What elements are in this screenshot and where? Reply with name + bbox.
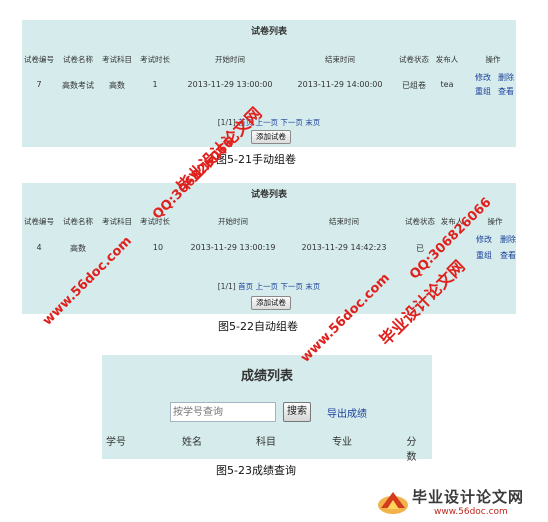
column-header-publisher: 发布人 [435,55,459,64]
delete-link[interactable]: 删除 [498,72,514,83]
view-link[interactable]: 查看 [500,250,516,261]
column-header-actions: 操作 [485,55,501,64]
column-header-name: 试卷名称 [63,217,93,226]
logo-emblem-icon [378,492,408,514]
panel-title: 试卷列表 [250,27,287,37]
edit-link[interactable]: 修改 [476,234,492,245]
prev-page-link[interactable]: 上一页 [255,282,278,291]
search-input[interactable] [170,402,276,422]
cell-end: 2013-11-29 14:00:00 [297,80,383,89]
page-indicator: [1/1] [217,282,236,291]
first-page-link[interactable]: 首页 [238,118,253,127]
cell-start: 2013-11-29 13:00:00 [187,80,273,89]
column-header-student-id: 学号 [106,437,126,448]
panel-title: 成绩列表 [240,369,293,384]
cell-status: 已 [416,244,424,253]
column-header-id: 试卷编号 [24,217,54,226]
column-header-end: 结束时间 [329,217,359,226]
pagination: [1/1] 首页 上一页 下一页 末页 [22,281,516,292]
cell-id: 7 [36,80,42,89]
column-header-subject: 考试科目 [102,217,132,226]
figure-caption: 图5-21手动组卷 [216,153,296,166]
next-page-link[interactable]: 下一页 [280,282,303,291]
column-header-score: 分数 [406,437,417,463]
column-header-duration: 考试时长 [140,217,170,226]
panel-title: 试卷列表 [250,190,287,200]
edit-link[interactable]: 修改 [475,72,491,83]
column-header-major: 专业 [332,437,352,448]
regroup-link[interactable]: 重组 [475,86,491,97]
column-header-publisher: 发布人 [440,217,464,226]
regroup-link[interactable]: 重组 [476,250,492,261]
cell-duration: 1 [152,80,158,89]
cell-start: 2013-11-29 13:00:19 [190,243,276,252]
score-list-panel: 成绩列表 搜索 导出成绩 学号 姓名 科目 专业 分数 [102,355,432,463]
column-header-subject: 科目 [256,437,276,448]
view-link[interactable]: 查看 [498,86,514,97]
column-header-status: 试卷状态 [399,55,429,64]
logo-title: 毕业设计论文网 [412,488,525,506]
column-header-start: 开始时间 [218,217,248,226]
site-logo: 毕业设计论文网 www.56doc.com [376,486,544,520]
search-button[interactable]: 搜索 [283,402,311,422]
add-exam-button[interactable]: 添加试卷 [251,296,291,310]
cell-status: 已组卷 [402,81,426,90]
page-indicator: [1/1] [217,118,236,127]
first-page-link[interactable]: 首页 [238,282,253,291]
column-header-name: 试卷名称 [63,55,93,64]
cell-duration: 10 [152,243,164,252]
column-header-name: 姓名 [182,437,202,448]
prev-page-link[interactable]: 上一页 [255,118,278,127]
last-page-link[interactable]: 末页 [305,282,320,291]
exam-list-panel-manual: 试卷列表 试卷编号 试卷名称 考试科目 考试时长 开始时间 结束时间 试卷状态 … [22,20,516,147]
column-header-id: 试卷编号 [24,55,54,64]
column-header-subject: 考试科目 [102,55,132,64]
cell-id: 4 [36,243,42,252]
pagination: [1/1] 首页 上一页 下一页 末页 [22,117,516,128]
next-page-link[interactable]: 下一页 [280,118,303,127]
column-header-start: 开始时间 [215,55,245,64]
cell-publisher: tea [440,80,454,89]
export-scores-link[interactable]: 导出成绩 [327,405,367,420]
figure-caption: 图5-23成绩查询 [216,464,296,477]
document-page: 试卷列表 试卷编号 试卷名称 考试科目 考试时长 开始时间 结束时间 试卷状态 … [0,0,548,522]
column-header-status: 试卷状态 [405,217,435,226]
column-header-duration: 考试时长 [140,55,170,64]
column-header-end: 结束时间 [325,55,355,64]
column-header-actions: 操作 [487,217,503,226]
figure-caption: 图5-22自动组卷 [218,320,298,333]
cell-name: 高数 [70,244,86,253]
delete-link[interactable]: 删除 [500,234,516,245]
cell-subject: 高数 [109,81,125,90]
cell-name: 高数考试 [62,81,94,90]
cell-end: 2013-11-29 14:42:23 [301,243,387,252]
exam-list-panel-auto: 试卷列表 试卷编号 试卷名称 考试科目 考试时长 开始时间 结束时间 试卷状态 … [22,183,516,314]
logo-url: www.56doc.com [434,507,508,517]
last-page-link[interactable]: 末页 [305,118,320,127]
add-exam-button[interactable]: 添加试卷 [251,130,291,144]
